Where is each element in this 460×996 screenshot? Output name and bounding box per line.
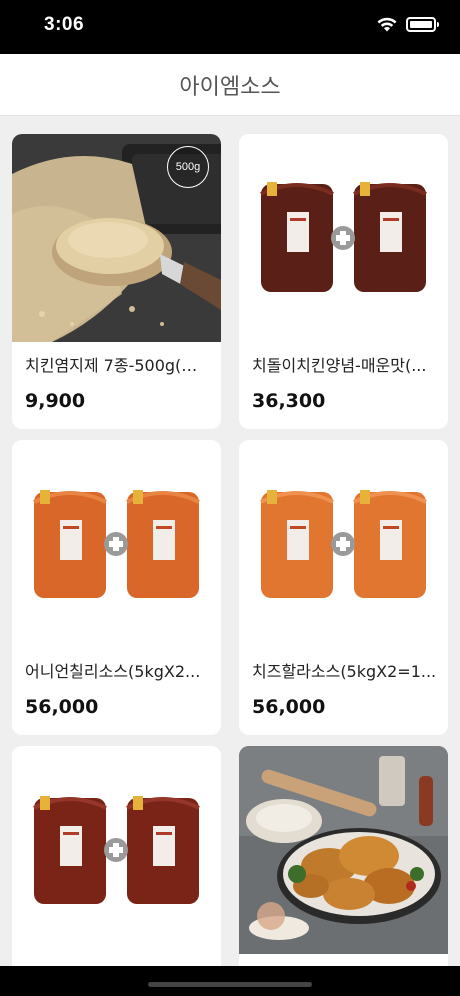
product-price: 36,300 xyxy=(252,390,326,412)
product-image-red-sauce[interactable] xyxy=(12,746,221,954)
bottom-bar xyxy=(0,966,460,996)
battery-icon xyxy=(406,16,439,32)
product-image-fried-chicken[interactable] xyxy=(239,746,448,954)
product-grid: 500g 치킨염지제 7종-500g(… 9,900 치돌이치킨양념-매운맛(.… xyxy=(0,116,460,966)
wifi-icon xyxy=(377,17,397,32)
weight-badge: 500g xyxy=(167,146,209,188)
product-card[interactable]: 500g 치킨염지제 7종-500g(… 9,900 xyxy=(12,134,221,429)
product-price: 56,000 xyxy=(25,696,99,718)
product-name[interactable]: 치킨염지제 7종-500g(… xyxy=(25,352,211,376)
product-image-red-sauce[interactable] xyxy=(239,134,448,342)
status-bar: 3:06 xyxy=(0,0,460,54)
header: 아이엠소스 xyxy=(0,54,460,116)
product-name[interactable]: 어니언칠리소스(5kgX2... xyxy=(25,658,211,682)
product-image-seasoning[interactable]: 500g xyxy=(12,134,221,342)
product-name[interactable]: 치즈할라소스(5kgX2=1... xyxy=(252,658,438,682)
product-card[interactable] xyxy=(239,746,448,966)
product-card[interactable]: 어니언칠리소스(5kgX2... 56,000 xyxy=(12,440,221,735)
product-card[interactable]: 치즈할라소스(5kgX2=1... 56,000 xyxy=(239,440,448,735)
product-card[interactable]: 치돌이치킨양념-매운맛(... 36,300 xyxy=(239,134,448,429)
product-price: 9,900 xyxy=(25,390,86,412)
product-card[interactable] xyxy=(12,746,221,966)
product-price: 56,000 xyxy=(252,696,326,718)
status-icons xyxy=(376,16,439,32)
product-name[interactable]: 치돌이치킨양념-매운맛(... xyxy=(252,352,438,376)
page-title: 아이엠소스 xyxy=(179,74,281,100)
home-indicator[interactable] xyxy=(148,982,312,987)
status-time: 3:06 xyxy=(44,14,85,35)
product-image-orange-sauce[interactable] xyxy=(239,440,448,648)
product-image-orange-sauce[interactable] xyxy=(12,440,221,648)
